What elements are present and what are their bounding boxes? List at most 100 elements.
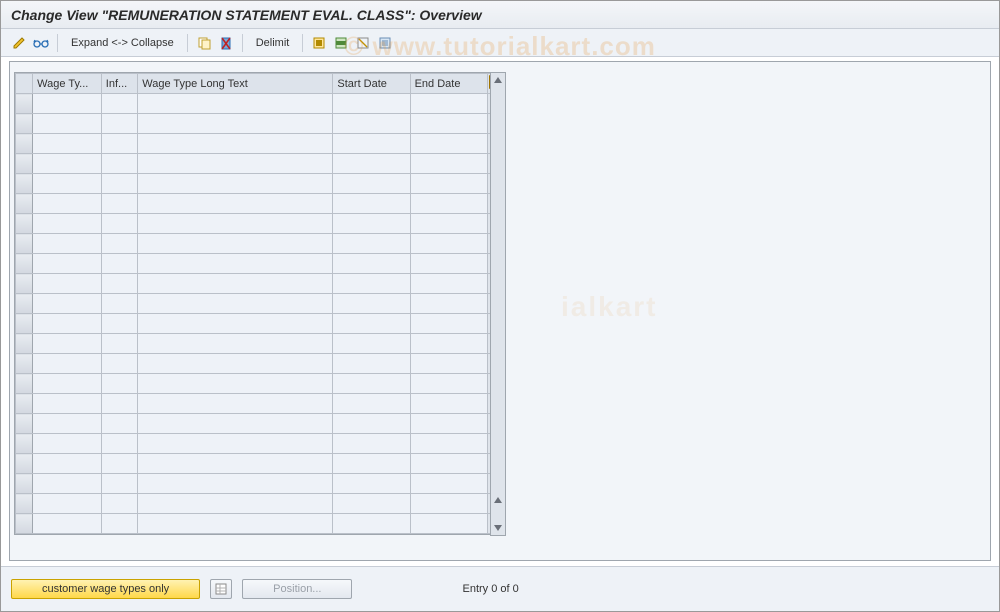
cell[interactable]	[33, 214, 102, 234]
cell[interactable]	[138, 434, 333, 454]
configure-icon[interactable]	[375, 33, 395, 53]
col-inf[interactable]: Inf...	[101, 74, 137, 94]
cell[interactable]	[101, 394, 137, 414]
row-marker[interactable]	[16, 514, 33, 534]
row-marker[interactable]	[16, 294, 33, 314]
cell[interactable]	[410, 474, 487, 494]
cell[interactable]	[33, 314, 102, 334]
cell[interactable]	[333, 214, 410, 234]
row-marker[interactable]	[16, 314, 33, 334]
cell[interactable]	[138, 214, 333, 234]
delete-icon[interactable]	[216, 33, 236, 53]
cell[interactable]	[101, 154, 137, 174]
cell[interactable]	[333, 394, 410, 414]
cell[interactable]	[410, 174, 487, 194]
cell[interactable]	[138, 294, 333, 314]
cell[interactable]	[138, 134, 333, 154]
cell[interactable]	[138, 514, 333, 534]
cell[interactable]	[410, 414, 487, 434]
cell[interactable]	[101, 254, 137, 274]
table-row[interactable]	[16, 294, 505, 314]
cell[interactable]	[101, 354, 137, 374]
row-marker[interactable]	[16, 494, 33, 514]
table-row[interactable]	[16, 254, 505, 274]
cell[interactable]	[33, 194, 102, 214]
cell[interactable]	[33, 374, 102, 394]
cell[interactable]	[33, 94, 102, 114]
cell[interactable]	[101, 134, 137, 154]
cell[interactable]	[410, 214, 487, 234]
cell[interactable]	[33, 514, 102, 534]
row-marker[interactable]	[16, 234, 33, 254]
cell[interactable]	[333, 94, 410, 114]
cell[interactable]	[33, 154, 102, 174]
cell[interactable]	[138, 234, 333, 254]
cell[interactable]	[333, 294, 410, 314]
row-marker[interactable]	[16, 414, 33, 434]
cell[interactable]	[410, 374, 487, 394]
col-start-date[interactable]: Start Date	[333, 74, 410, 94]
cell[interactable]	[410, 274, 487, 294]
cell[interactable]	[101, 114, 137, 134]
row-marker[interactable]	[16, 434, 33, 454]
cell[interactable]	[101, 454, 137, 474]
cell[interactable]	[101, 214, 137, 234]
select-all-icon[interactable]	[309, 33, 329, 53]
row-marker[interactable]	[16, 214, 33, 234]
cell[interactable]	[138, 254, 333, 274]
cell[interactable]	[138, 154, 333, 174]
cell[interactable]	[101, 194, 137, 214]
cell[interactable]	[33, 274, 102, 294]
table-row[interactable]	[16, 274, 505, 294]
cell[interactable]	[333, 514, 410, 534]
cell[interactable]	[138, 394, 333, 414]
row-marker-header[interactable]	[16, 74, 33, 94]
cell[interactable]	[410, 154, 487, 174]
cell[interactable]	[33, 494, 102, 514]
col-wage-type[interactable]: Wage Ty...	[33, 74, 102, 94]
cell[interactable]	[138, 314, 333, 334]
cell[interactable]	[410, 114, 487, 134]
cell[interactable]	[101, 514, 137, 534]
row-marker[interactable]	[16, 374, 33, 394]
cell[interactable]	[101, 274, 137, 294]
cell[interactable]	[333, 414, 410, 434]
table-row[interactable]	[16, 134, 505, 154]
row-marker[interactable]	[16, 394, 33, 414]
cell[interactable]	[333, 274, 410, 294]
table-row[interactable]	[16, 214, 505, 234]
cell[interactable]	[333, 234, 410, 254]
table-row[interactable]	[16, 314, 505, 334]
table-row[interactable]	[16, 434, 505, 454]
customer-wage-types-button[interactable]: customer wage types only	[11, 579, 200, 599]
table-row[interactable]	[16, 394, 505, 414]
cell[interactable]	[410, 134, 487, 154]
vertical-scrollbar[interactable]	[490, 72, 506, 536]
cell[interactable]	[410, 514, 487, 534]
cell[interactable]	[333, 454, 410, 474]
cell[interactable]	[33, 174, 102, 194]
expand-collapse-button[interactable]: Expand <-> Collapse	[64, 34, 181, 52]
cell[interactable]	[410, 494, 487, 514]
position-button[interactable]: Position...	[242, 579, 352, 599]
cell[interactable]	[101, 414, 137, 434]
table-row[interactable]	[16, 474, 505, 494]
cell[interactable]	[410, 434, 487, 454]
cell[interactable]	[333, 114, 410, 134]
data-grid[interactable]: Wage Ty... Inf... Wage Type Long Text St…	[14, 72, 506, 535]
table-row[interactable]	[16, 174, 505, 194]
scroll-down-icon[interactable]	[491, 493, 505, 507]
cell[interactable]	[33, 434, 102, 454]
cell[interactable]	[33, 134, 102, 154]
row-marker[interactable]	[16, 194, 33, 214]
cell[interactable]	[333, 314, 410, 334]
cell[interactable]	[33, 254, 102, 274]
cell[interactable]	[138, 114, 333, 134]
cell[interactable]	[101, 294, 137, 314]
cell[interactable]	[101, 334, 137, 354]
row-marker[interactable]	[16, 94, 33, 114]
cell[interactable]	[333, 494, 410, 514]
row-marker[interactable]	[16, 334, 33, 354]
cell[interactable]	[138, 374, 333, 394]
cell[interactable]	[138, 474, 333, 494]
